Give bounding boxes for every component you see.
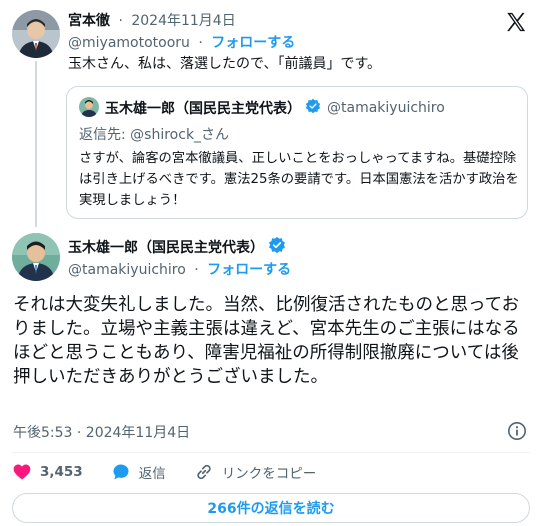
main-header: 玉木雄一郎（国民民主党代表） — [68, 236, 286, 258]
avatar-tamaki[interactable] — [12, 233, 60, 281]
reply-author-name[interactable]: 宮本徹 — [68, 13, 110, 29]
reply-header: 宮本徹 · 2024年11月4日 — [68, 10, 236, 30]
heart-icon — [13, 464, 31, 480]
thread-connector-line — [35, 61, 37, 227]
separator-dot: · — [198, 35, 203, 51]
reply-text: 玉木さん、私は、落選したので、「前議員」です。 — [68, 56, 382, 72]
reply-button[interactable]: 返信 — [111, 462, 166, 482]
reply-bubble-icon — [113, 464, 129, 480]
read-replies-button[interactable]: 266件の返信を読む — [12, 493, 530, 523]
quote-reply-to-label: 返信先: — [79, 127, 131, 143]
quote-author-name: 玉木雄一郎（国民民主党代表） — [105, 101, 301, 117]
quote-header: 玉木雄一郎（国民民主党代表） @tamakiyuichiro — [105, 98, 445, 118]
quoted-tweet-card[interactable]: 玉木雄一郎（国民民主党代表） @tamakiyuichiro 返信先: @shi… — [66, 86, 528, 219]
separator-dot: · — [118, 13, 123, 29]
x-logo-icon[interactable] — [505, 11, 527, 33]
reply-label: 返信 — [138, 466, 166, 482]
main-follow-button[interactable]: フォローする — [207, 262, 291, 278]
like-button[interactable]: 3,453 — [12, 462, 83, 482]
separator-dot: · — [194, 262, 199, 278]
divider — [12, 452, 530, 453]
link-icon — [196, 464, 211, 480]
main-text: それは大変失礼しました。当然、比例復活されたものと思っておりました。立場や主義主… — [13, 295, 520, 387]
action-bar: 3,453 返信 リンクをコピー — [12, 460, 344, 484]
verified-badge-icon — [268, 236, 286, 258]
reply-follow-button[interactable]: フォローする — [211, 35, 295, 51]
copy-link-label: リンクをコピー — [221, 466, 317, 482]
like-count: 3,453 — [40, 464, 83, 480]
quote-text: さすが、論客の宮本徹議員、正しいことをおっしゃってますね。基礎控除は引き上げるべ… — [79, 151, 519, 208]
main-handle[interactable]: @tamakiyuichiro — [68, 262, 186, 278]
quote-reply-to: 返信先: @shirock_さん — [79, 124, 229, 144]
reply-handle-row: @miyamototooru · フォローする — [68, 32, 295, 52]
copy-link-button[interactable]: リンクをコピー — [194, 462, 317, 482]
main-timestamp[interactable]: 午後5:53 · 2024年11月4日 — [13, 422, 190, 442]
avatar-miyamoto[interactable] — [12, 10, 60, 58]
quote-handle: @tamakiyuichiro — [327, 100, 445, 116]
main-author-name[interactable]: 玉木雄一郎（国民民主党代表） — [68, 237, 264, 257]
reply-handle[interactable]: @miyamototooru — [68, 35, 190, 51]
quote-reply-to-handle: @shirock_さん — [130, 127, 230, 143]
quote-avatar — [79, 97, 99, 117]
main-handle-row: @tamakiyuichiro · フォローする — [68, 259, 291, 279]
reply-date[interactable]: 2024年11月4日 — [131, 13, 235, 29]
info-icon[interactable] — [507, 421, 527, 441]
verified-badge-icon — [305, 98, 321, 118]
